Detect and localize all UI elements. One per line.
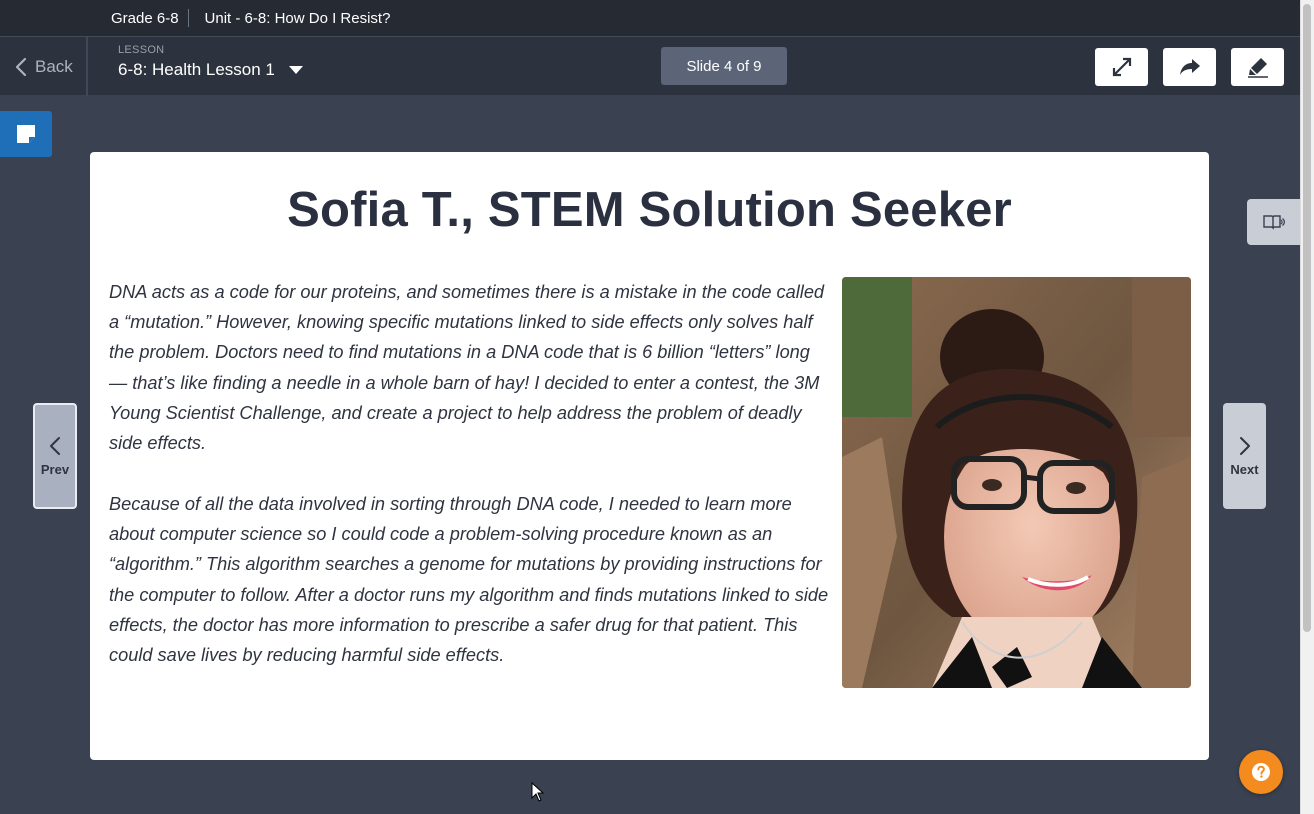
back-label: Back	[35, 56, 73, 76]
prev-slide-button[interactable]: Prev	[33, 403, 77, 509]
chevron-down-icon	[288, 66, 303, 74]
fullscreen-button[interactable]	[1095, 48, 1148, 86]
unit-label: Unit - 6-8: How Do I Resist?	[204, 9, 391, 27]
lesson-selector[interactable]: 6-8: Health Lesson 1	[118, 60, 303, 80]
prev-label: Prev	[40, 461, 70, 477]
top-bar: Grade 6-8 Unit - 6-8: How Do I Resist?	[0, 0, 1300, 36]
note-icon	[17, 125, 35, 143]
chevron-left-icon	[50, 436, 60, 455]
slide-counter[interactable]: Slide 4 of 9	[661, 47, 787, 85]
expand-icon	[1112, 57, 1131, 77]
notes-button[interactable]	[0, 111, 52, 157]
slide-title: Sofia T., STEM Solution Seeker	[287, 183, 1012, 237]
book-audio-icon	[1262, 215, 1285, 230]
mouse-cursor-icon	[531, 782, 545, 802]
lesson-bar: Back LESSON 6-8: Health Lesson 1 Slide 4…	[0, 36, 1300, 96]
divider	[187, 9, 189, 27]
help-button[interactable]	[1239, 750, 1283, 794]
slide-paragraph: Because of all the data involved in sort…	[109, 494, 829, 666]
grade-label: Grade 6-8	[111, 9, 179, 27]
chevron-left-icon	[15, 57, 27, 76]
annotate-icon	[1247, 58, 1268, 78]
share-icon	[1179, 59, 1200, 75]
lesson-label: LESSON	[118, 44, 165, 56]
student-photo	[842, 277, 1191, 688]
scrollbar-thumb[interactable]	[1303, 4, 1311, 632]
back-button[interactable]: Back	[0, 37, 88, 96]
read-aloud-button[interactable]	[1247, 199, 1300, 245]
slide-card: Sofia T., STEM Solution Seeker DNA acts …	[90, 152, 1209, 760]
chevron-right-icon	[1239, 436, 1250, 455]
slide-paragraph: DNA acts as a code for our proteins, and…	[109, 282, 825, 454]
share-button[interactable]	[1163, 48, 1216, 86]
annotate-button[interactable]	[1231, 48, 1284, 86]
next-label: Next	[1230, 461, 1259, 477]
lesson-title: 6-8: Health Lesson 1	[118, 60, 275, 79]
next-slide-button[interactable]: Next	[1223, 403, 1266, 509]
help-icon	[1252, 763, 1270, 781]
